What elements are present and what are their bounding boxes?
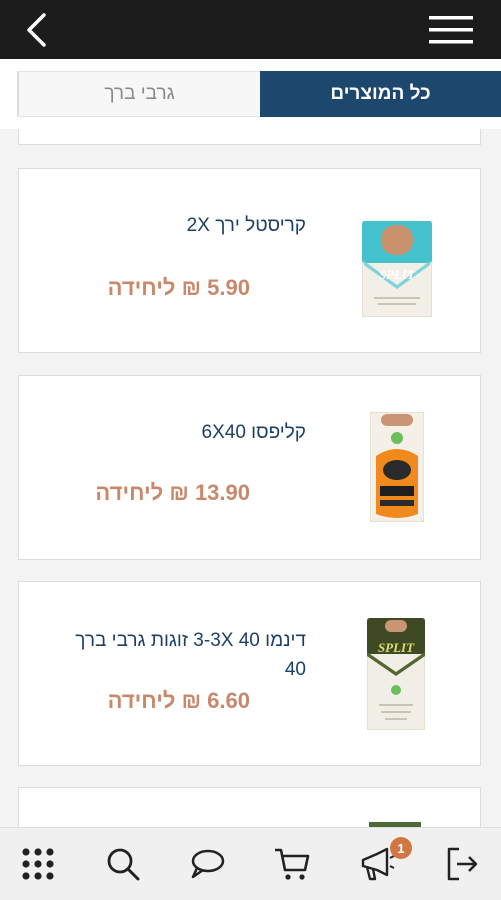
top-bar [0,0,501,59]
logout-button[interactable] [442,844,482,884]
chevron-left-icon [27,13,46,47]
product-name: קריסטל ירך 2X [186,215,306,236]
search-icon [107,848,140,881]
product-list[interactable]: קריסטל ירך 2X 5.90 ₪ ליחידה SPLIT קליפסו… [0,129,501,827]
product-name: קליפסו 6X40 [201,422,306,443]
product-image [369,411,425,527]
app-screen: כל המוצרים גרבי ברך קריסטל ירך 2X 5.90 ₪… [0,0,501,900]
product-image: SPLIT [366,617,426,735]
product-card[interactable]: קריסטל ירך 2X 5.90 ₪ ליחידה SPLIT [18,168,481,353]
tab-knee-socks[interactable]: גרבי ברך [17,71,260,117]
svg-text:SPLIT: SPLIT [379,267,416,282]
product-card[interactable]: קליפסו 6X40 13.90 ₪ ליחידה [18,375,481,560]
grid-menu-icon [22,848,54,880]
svg-text:SPLIT: SPLIT [378,640,415,655]
bottom-nav-bar: 1 [0,827,501,900]
chat-icon [191,849,225,879]
logout-icon [447,847,478,881]
menu-button[interactable] [429,14,473,46]
notification-badge: 1 [390,837,412,859]
category-tabs: כל המוצרים גרבי ברך [0,59,501,129]
product-card-partial-top[interactable] [18,129,481,145]
search-button[interactable] [103,844,143,884]
back-button[interactable] [22,12,54,48]
megaphone-icon [361,847,395,881]
tab-all-products[interactable]: כל המוצרים [260,71,501,117]
cart-button[interactable] [272,844,312,884]
cart-icon [275,848,310,880]
categories-button[interactable] [18,844,58,884]
product-price: 5.90 ₪ ליחידה [107,275,250,300]
product-card-partial-bottom[interactable] [18,787,481,827]
product-image: SPLIT [361,220,433,322]
product-name: דינמו 40 3-3X זוגות גרבי ברך 40 [75,630,306,680]
product-card[interactable]: דינמו 40 3-3X זוגות גרבי ברך 40 6.60 ₪ ל… [18,581,481,766]
chat-button[interactable] [187,844,227,884]
hamburger-menu-icon [429,16,473,44]
product-price: 6.60 ₪ ליחידה [107,688,250,713]
product-price: 13.90 ₪ ליחידה [95,480,250,505]
